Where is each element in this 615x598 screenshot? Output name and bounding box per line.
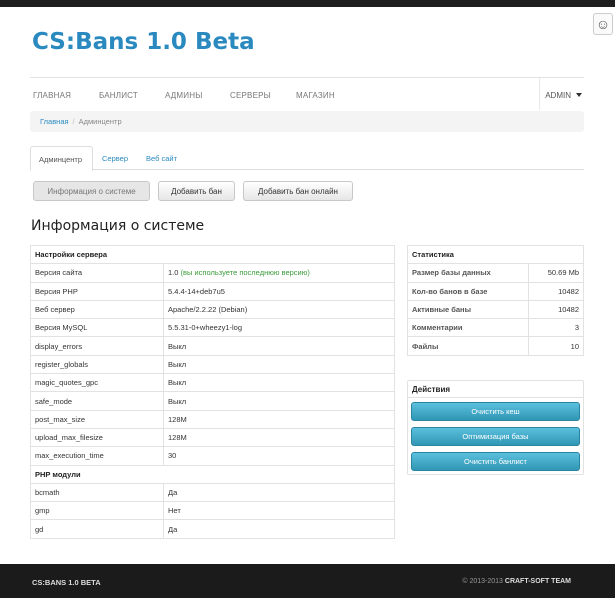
setting-key: safe_mode [30,391,164,411]
clear-banlist-button[interactable]: Очистить банлист [411,452,580,471]
page-title: Информация о системе [31,218,205,234]
table-row: bcmath Да [30,482,395,503]
php-modules-header: PHP модули [30,464,395,484]
stat-key: Кол-во банов в базе [407,281,529,301]
module-status: Нет [163,501,395,521]
setting-value: Выкл [163,354,395,375]
add-ban-button[interactable]: Добавить бан [158,181,235,201]
setting-key: Версия сайта [30,263,164,283]
table-row: register_globals Выкл [30,354,395,375]
stat-value: 10482 [527,281,585,301]
actions-panel: Действия Очистить кеш Оптимизация базы О… [407,380,584,475]
tab-website[interactable]: Веб сайт [138,146,185,170]
table-row: Версия сайта 1.0 (вы используете последню… [30,263,395,283]
nav-item-banlist[interactable]: БАНЛИСТ [99,91,138,100]
module-name: bcmath [30,482,164,503]
table-row: gmp Нет [30,501,395,521]
user-menu[interactable]: ADMIN [545,91,582,100]
user-menu-label: ADMIN [545,91,571,100]
module-status: Да [163,519,395,539]
setting-value: 128M [163,427,395,448]
actions-header: Действия [408,381,583,398]
setting-value: 128M [163,409,395,429]
table-header: Настройки сервера [30,244,395,265]
tab-server[interactable]: Сервер [94,146,136,170]
table-row: Версия PHP 5.4.4-14+deb7u5 [30,281,395,301]
breadcrumb-separator: / [72,117,75,126]
setting-key: magic_quotes_gpc [30,373,164,393]
stat-value: 10 [527,336,585,356]
nav-item-home[interactable]: ГЛАВНАЯ [33,91,71,100]
footer: CS:BANS 1.0 BETA © 2013-2013 CRAFT-SOFT … [0,564,615,598]
table-row: Размер базы данных 50.69 Mb [407,263,585,283]
clear-cache-button[interactable]: Очистить кеш [411,402,580,421]
setting-value: 5.5.31-0+wheezy1-log [163,318,395,338]
tab-bar: Админцентр Сервер Веб сайт [30,146,584,171]
setting-value: Выкл [163,373,395,393]
setting-key: register_globals [30,354,164,375]
setting-value: Выкл [163,391,395,411]
statistics-header: Статистика [407,244,584,265]
stat-key: Активные баны [407,299,529,320]
table-row: upload_max_filesize 128M [30,427,395,448]
setting-value: Выкл [163,336,395,356]
setting-key: Веб сервер [30,299,164,320]
optimize-database-button[interactable]: Оптимизация базы [411,427,580,446]
table-row: gd Да [30,519,395,539]
statistics-table: Статистика Размер базы данных 50.69 Mb Ко… [407,244,585,356]
setting-key: display_errors [30,336,164,356]
table-row: magic_quotes_gpc Выкл [30,373,395,393]
brand-title[interactable]: CS:Bans 1.0 Beta [32,29,255,55]
table-row: display_errors Выкл [30,336,395,356]
nav-item-shop[interactable]: МАГАЗИН [296,91,335,100]
table-row: Комментарии 3 [407,318,585,338]
setting-value: 1.0 (вы используете последнюю версию) [163,263,395,283]
system-info-button[interactable]: Информация о системе [33,181,150,201]
table-row: Файлы 10 [407,336,585,356]
module-status: Да [163,482,395,503]
nav-item-servers[interactable]: СЕРВЕРЫ [230,91,271,100]
setting-key: Версия PHP [30,281,164,301]
setting-key: Версия MySQL [30,318,164,338]
footer-brand: CS:BANS 1.0 BETA [32,578,101,587]
server-settings-table: Настройки сервера Версия сайта 1.0 (вы ис… [30,244,395,539]
nav-divider [539,78,540,110]
stat-value: 3 [527,318,585,338]
module-name: gd [30,519,164,539]
latest-version-note: (вы используете последнюю версию) [180,268,310,278]
stat-key: Комментарии [407,318,529,338]
nav-item-admins[interactable]: АДМИНЫ [165,91,203,100]
app-logo-icon[interactable]: ☺ [593,13,613,35]
setting-key: upload_max_filesize [30,427,164,448]
stat-value: 10482 [527,299,585,320]
breadcrumb-home-link[interactable]: Главная [40,117,69,126]
setting-value: 30 [163,446,395,466]
team-link[interactable]: CRAFT-SOFT TEAM [505,578,571,585]
module-name: gmp [30,501,164,521]
main-nav: ГЛАВНАЯ БАНЛИСТ АДМИНЫ СЕРВЕРЫ МАГАЗИН A… [30,77,584,110]
table-row: max_execution_time 30 [30,446,395,466]
setting-key: max_execution_time [30,446,164,466]
site-version-value: 1.0 [168,268,179,278]
breadcrumb: Главная / Админцентр [30,111,584,132]
setting-value: 5.4.4-14+deb7u5 [163,281,395,301]
caret-down-icon [576,93,582,97]
table-row: Веб сервер Apache/2.2.22 (Debian) [30,299,395,320]
tab-admincenter[interactable]: Админцентр [30,146,93,171]
add-ban-online-button[interactable]: Добавить бан онлайн [243,181,353,201]
table-row: safe_mode Выкл [30,391,395,411]
top-bar [0,0,615,7]
stat-key: Размер базы данных [407,263,529,283]
table-row: Активные баны 10482 [407,299,585,320]
stat-value: 50.69 Mb [527,263,585,283]
table-row: Кол-во банов в базе 10482 [407,281,585,301]
copyright-years: © 2013-2013 [462,578,503,585]
footer-copyright: © 2013-2013 CRAFT-SOFT TEAM [462,578,571,585]
breadcrumb-current: Админцентр [78,117,122,126]
table-row: Версия MySQL 5.5.31-0+wheezy1-log [30,318,395,338]
setting-value: Apache/2.2.22 (Debian) [163,299,395,320]
setting-key: post_max_size [30,409,164,429]
stat-key: Файлы [407,336,529,356]
table-row: post_max_size 128M [30,409,395,429]
